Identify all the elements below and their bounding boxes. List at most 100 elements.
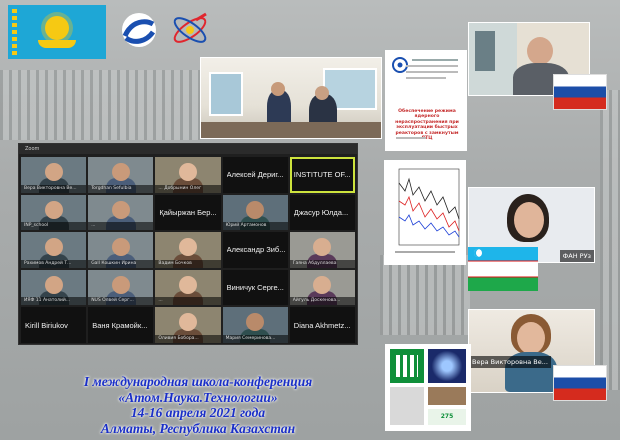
zoom-tile-name: Гаяна Абдуллаева: [289, 259, 355, 268]
zoom-tile[interactable]: Виничук Серге...: [222, 269, 288, 306]
zoom-tile[interactable]: Kirill Biriukov: [21, 307, 87, 343]
slide-authors-line: [406, 65, 458, 67]
speaker-name-label: ФАН РУз: [559, 250, 594, 262]
zoom-tile-name: Kirill Biriukov: [25, 320, 68, 330]
zoom-tile[interactable]: ИЯФ 11 Анатолий...: [21, 269, 87, 306]
zoom-tile[interactable]: Юрий Артамонов: [222, 194, 288, 231]
caption-line-3: 14-16 апреля 2021 года: [130, 405, 266, 420]
participant-face: [111, 238, 130, 257]
zoom-tile[interactable]: Ваня Крамойк...: [88, 307, 154, 343]
participant-head: [271, 82, 285, 96]
speaker-face: [514, 202, 544, 238]
russia-flag: [553, 365, 607, 401]
window: [209, 72, 243, 116]
institute-logo-icon: [122, 13, 156, 47]
caption-line-4: Алматы, Республика Казахстан: [100, 420, 296, 436]
zoom-tile-name: ... Добрынин Олег: [155, 184, 221, 193]
participant-face: [44, 238, 63, 257]
zoom-tile[interactable]: ...: [88, 194, 154, 231]
zoom-tile[interactable]: Джасур Юлда...: [289, 194, 355, 231]
participant-head: [315, 86, 329, 100]
zoom-tile-name: Оливия Бобора...: [155, 334, 221, 343]
background-equipment-right: [380, 255, 470, 335]
bookshelf: [475, 31, 495, 71]
flag-sun: [45, 16, 69, 40]
zoom-tile-name: Айгуль Доскенова...: [289, 297, 355, 306]
zoom-tile[interactable]: INP_school: [21, 194, 87, 231]
kazakhstan-flag: [8, 5, 106, 59]
zoom-tile[interactable]: Мария Семеринова...: [222, 307, 288, 343]
zoom-tile-name: ...: [88, 222, 154, 231]
zoom-tile-name: ...: [155, 297, 221, 306]
zoom-tile[interactable]: Оливия Бобора...: [155, 307, 221, 343]
zoom-tile-name: Қайыржан Бер...: [159, 207, 217, 217]
zoom-participant-grid: Вера Викторовна Ве... Torgdhan Sefulbia..…: [21, 157, 355, 343]
zoom-tile[interactable]: Александр Зиб...: [222, 232, 288, 268]
caption-line-2: «Атом.Наука.Технологии»: [118, 389, 278, 405]
zoom-tile[interactable]: Рахимов Андрей Т...: [21, 232, 87, 268]
zoom-tile[interactable]: INSTITUTE OF...: [289, 157, 355, 193]
zoom-tile-name: Алексей Дериг...: [226, 170, 284, 180]
spectrum-chart-image: [384, 160, 466, 265]
slide-authors-line: [406, 71, 458, 73]
caption-line-1: I международная школа-конференция: [83, 374, 313, 389]
presentation-slide: Обеспечение режима ядерного нераспростра…: [385, 50, 467, 151]
zoom-tile[interactable]: NUS Олвей Серг...: [88, 269, 154, 306]
zoom-tile-name: Gall Кошкин Ирина: [88, 259, 154, 268]
poster-image-1: [428, 349, 466, 383]
participant-face: [178, 275, 197, 294]
flag-eagle: [38, 40, 76, 48]
poster-image-2: [428, 387, 466, 405]
flag-crescent: [474, 249, 482, 257]
zoom-tile[interactable]: Gall Кошкин Ирина: [88, 232, 154, 268]
background-equipment-edge: [600, 90, 620, 390]
table: [201, 122, 381, 138]
zoom-tile[interactable]: Айгуль Доскенова...: [289, 269, 355, 306]
participant-face: [178, 238, 197, 257]
zoom-tile-name: Александр Зиб...: [226, 245, 286, 255]
zoom-tile-name: Diana Akhmetz...: [293, 320, 351, 330]
zoom-tile[interactable]: Алексей Дериг...: [222, 157, 288, 193]
participant-face: [246, 200, 265, 219]
participant-face: [111, 162, 130, 181]
poster-stat: 275: [428, 409, 466, 425]
participant-face: [111, 275, 130, 294]
school-poster-thumbnail: 275: [385, 344, 471, 431]
zoom-gallery-window: Zoom Вера Викторовна Ве... Torgdhan Seful…: [18, 143, 358, 345]
zoom-title-bar: Zoom: [19, 144, 357, 154]
russia-flag: [553, 74, 607, 110]
zoom-tile[interactable]: Қайыржан Бер...: [155, 194, 221, 231]
participant-face: [44, 200, 63, 219]
zoom-tile-name: Вера Викторовна Ве...: [21, 184, 87, 193]
zoom-tile[interactable]: Вера Викторовна Ве...: [21, 157, 87, 193]
zoom-tile[interactable]: ... Добрынин Олег: [155, 157, 221, 193]
participant-face: [44, 275, 63, 294]
conference-collage: Zoom Вера Викторовна Ве... Torgdhan Seful…: [0, 0, 620, 440]
uzbekistan-flag: [468, 247, 538, 291]
flag-ornament: [12, 9, 17, 55]
zoom-tile-name: Вадим Бочков: [155, 259, 221, 268]
presidium-photo: [200, 57, 382, 139]
poster-logo-bars: [396, 355, 418, 377]
zoom-tile-name: NUS Олвей Серг...: [88, 297, 154, 306]
zoom-tile-name: INP_school: [21, 222, 87, 231]
zoom-tile-name: ИЯФ 11 Анатолий...: [21, 297, 87, 306]
background-equipment-left: [0, 70, 200, 140]
zoom-tile-name: Рахимов Андрей Т...: [21, 259, 87, 268]
participant-face: [111, 200, 130, 219]
zoom-tile-name: Torgdhan Sefulbia: [88, 184, 154, 193]
zoom-tile[interactable]: Torgdhan Sefulbia: [88, 157, 154, 193]
participant-face: [178, 162, 197, 181]
atom-logo-icon: [173, 12, 207, 43]
zoom-tile-name: Юрий Артамонов: [222, 222, 288, 231]
zoom-tile[interactable]: ...: [155, 269, 221, 306]
zoom-tile-name: Джасур Юлда...: [293, 207, 349, 217]
participant-face: [44, 162, 63, 181]
zoom-tile[interactable]: Вадим Бочков: [155, 232, 221, 268]
zoom-tile-name: INSTITUTE OF...: [293, 170, 351, 180]
speaker-face: [517, 322, 545, 354]
zoom-tile-name: Мария Семеринова...: [222, 334, 288, 343]
zoom-tile[interactable]: Гаяна Абдуллаева: [289, 232, 355, 268]
slide-authors-line: [406, 77, 446, 79]
zoom-tile[interactable]: Diana Akhmetz...: [289, 307, 355, 343]
